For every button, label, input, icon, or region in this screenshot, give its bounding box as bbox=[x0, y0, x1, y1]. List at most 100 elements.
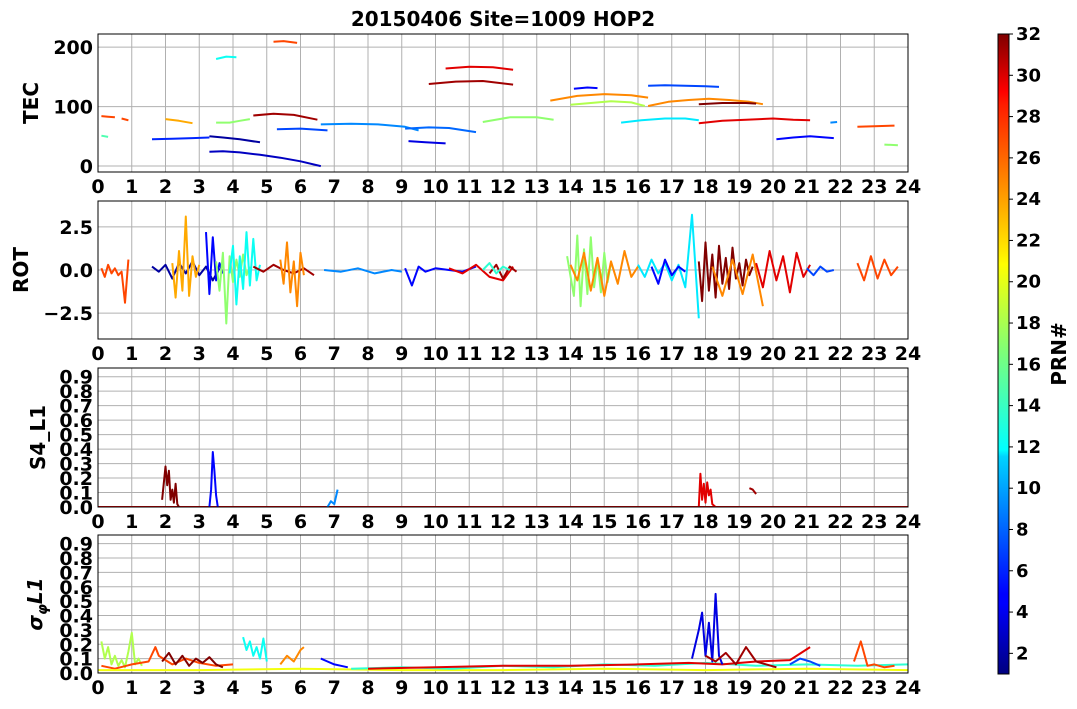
x-tick-label: 15 bbox=[591, 677, 617, 699]
x-tick-label: 8 bbox=[361, 343, 374, 365]
colorbar-tick-label: 32 bbox=[1016, 24, 1041, 45]
x-tick-label: 17 bbox=[659, 511, 685, 533]
y-axis-label: σφL1 bbox=[23, 577, 51, 630]
x-tick-label: 5 bbox=[260, 511, 273, 533]
y-tick-label: 2.5 bbox=[59, 217, 93, 239]
x-tick-label: 3 bbox=[193, 511, 206, 533]
x-tick-label: 6 bbox=[294, 343, 307, 365]
colorbar-tick-label: 10 bbox=[1016, 478, 1041, 499]
x-tick-label: 10 bbox=[422, 343, 448, 365]
figure-canvas: 20150406 Site=1009 HOP2 0 1 2 3 4 5 6 7 8 9 10 11 12… bbox=[9, 7, 1071, 699]
colorbar-tick-label: 14 bbox=[1016, 396, 1041, 417]
panel-1: 0 1 2 3 4 5 6 7 8 9 10 11 12 13 14 15 16 17 18 19 20 21 22 23 24… bbox=[9, 200, 921, 365]
x-tick-label: 22 bbox=[827, 677, 853, 699]
colorbar-tick-label: 2 bbox=[1016, 643, 1029, 664]
y-tick-label: 0 bbox=[80, 156, 93, 178]
x-tick-label: 17 bbox=[659, 176, 685, 198]
series-line-prn-5 bbox=[573, 86, 598, 90]
x-tick-label: 14 bbox=[557, 511, 583, 533]
colorbar-label: PRN# bbox=[1047, 322, 1071, 386]
x-tick-label: 13 bbox=[524, 176, 550, 198]
colorbar-tick-label: 26 bbox=[1016, 148, 1041, 169]
x-tick-label: 21 bbox=[794, 176, 820, 198]
x-tick-label: 4 bbox=[226, 511, 239, 533]
x-tick-label: 24 bbox=[895, 343, 921, 365]
x-tick-label: 22 bbox=[827, 176, 853, 198]
x-tick-label: 23 bbox=[861, 176, 887, 198]
x-tick-label: 23 bbox=[861, 677, 887, 699]
x-tick-label: 7 bbox=[328, 677, 341, 699]
colorbar: 2468101214161820222426283032 PRN# bbox=[997, 24, 1071, 675]
x-tick-label: 20 bbox=[760, 176, 786, 198]
x-tick-label: 10 bbox=[422, 176, 448, 198]
x-tick-label: 21 bbox=[794, 511, 820, 533]
x-tick-label: 4 bbox=[226, 176, 239, 198]
x-tick-label: 18 bbox=[692, 677, 718, 699]
x-tick-label: 1 bbox=[125, 343, 138, 365]
x-tick-label: 16 bbox=[625, 176, 651, 198]
series-line-prn-26 bbox=[101, 115, 115, 119]
series-line-prn-17 bbox=[884, 143, 898, 147]
colorbar-tick-label: 8 bbox=[1016, 519, 1029, 540]
x-tick-label: 15 bbox=[591, 511, 617, 533]
x-tick-label: 5 bbox=[260, 343, 273, 365]
x-tick-label: 12 bbox=[490, 677, 516, 699]
x-tick-label: 2 bbox=[159, 176, 172, 198]
x-tick-label: 23 bbox=[861, 511, 887, 533]
x-tick-label: 11 bbox=[456, 343, 482, 365]
panel-3: 0 1 2 3 4 5 6 7 8 9 10 11 12 13 14 15 16 17 18 19 20 21 22 23 24… bbox=[23, 534, 921, 699]
x-tick-label: 10 bbox=[422, 677, 448, 699]
x-tick-label: 4 bbox=[226, 343, 239, 365]
x-tick-label: 3 bbox=[193, 343, 206, 365]
x-tick-label: 21 bbox=[794, 343, 820, 365]
x-tick-label: 18 bbox=[692, 511, 718, 533]
series-line-prn-15 bbox=[101, 134, 109, 138]
x-tick-label: 22 bbox=[827, 343, 853, 365]
series-line-prn-26 bbox=[857, 124, 895, 128]
x-tick-label: 16 bbox=[625, 677, 651, 699]
x-tick-label: 9 bbox=[395, 511, 408, 533]
x-tick-label: 1 bbox=[125, 511, 138, 533]
x-tick-label: 19 bbox=[726, 176, 752, 198]
x-tick-label: 8 bbox=[361, 677, 374, 699]
x-tick-label: 16 bbox=[625, 343, 651, 365]
x-tick-label: 18 bbox=[692, 176, 718, 198]
colorbar-tick-label: 16 bbox=[1016, 354, 1041, 375]
x-tick-label: 13 bbox=[524, 343, 550, 365]
x-tick-label: 6 bbox=[294, 511, 307, 533]
colorbar-scale bbox=[997, 33, 1010, 675]
x-tick-label: 1 bbox=[125, 677, 138, 699]
x-tick-label: 19 bbox=[726, 511, 752, 533]
colorbar-tick-label: 24 bbox=[1016, 189, 1041, 210]
x-tick-label: 10 bbox=[422, 511, 448, 533]
y-tick-label: 0.9 bbox=[59, 367, 93, 389]
x-tick-label: 4 bbox=[226, 677, 239, 699]
colorbar-tick-label: 30 bbox=[1016, 65, 1041, 86]
colorbar-ticks: 2468101214161820222426283032 bbox=[1009, 24, 1041, 664]
x-tick-label: 6 bbox=[294, 176, 307, 198]
x-tick-label: 8 bbox=[361, 176, 374, 198]
x-tick-label: 17 bbox=[659, 343, 685, 365]
x-tick-label: 7 bbox=[328, 511, 341, 533]
x-tick-label: 0 bbox=[91, 176, 104, 198]
panel-2: 0 1 2 3 4 5 6 7 8 9 10 11 12 13 14 15 16 17 18 19 20 21 22 23 24… bbox=[26, 367, 921, 533]
y-tick-label: 200 bbox=[53, 37, 93, 59]
series-line-prn-9 bbox=[830, 121, 838, 124]
x-tick-label: 3 bbox=[193, 677, 206, 699]
y-axis-label: TEC bbox=[19, 82, 43, 124]
x-tick-label: 0 bbox=[91, 677, 104, 699]
y-tick-label: 100 bbox=[53, 97, 93, 119]
x-tick-label: 9 bbox=[395, 343, 408, 365]
x-tick-label: 1 bbox=[125, 176, 138, 198]
x-tick-label: 7 bbox=[328, 176, 341, 198]
colorbar-tick-label: 6 bbox=[1016, 561, 1029, 582]
x-tick-label: 19 bbox=[726, 343, 752, 365]
x-tick-label: 16 bbox=[625, 511, 651, 533]
x-tick-label: 0 bbox=[91, 511, 104, 533]
x-tick-label: 0 bbox=[91, 343, 104, 365]
x-tick-label: 20 bbox=[760, 677, 786, 699]
x-tick-label: 3 bbox=[193, 176, 206, 198]
x-tick-label: 7 bbox=[328, 343, 341, 365]
x-tick-label: 14 bbox=[557, 343, 583, 365]
x-tick-label: 13 bbox=[524, 677, 550, 699]
